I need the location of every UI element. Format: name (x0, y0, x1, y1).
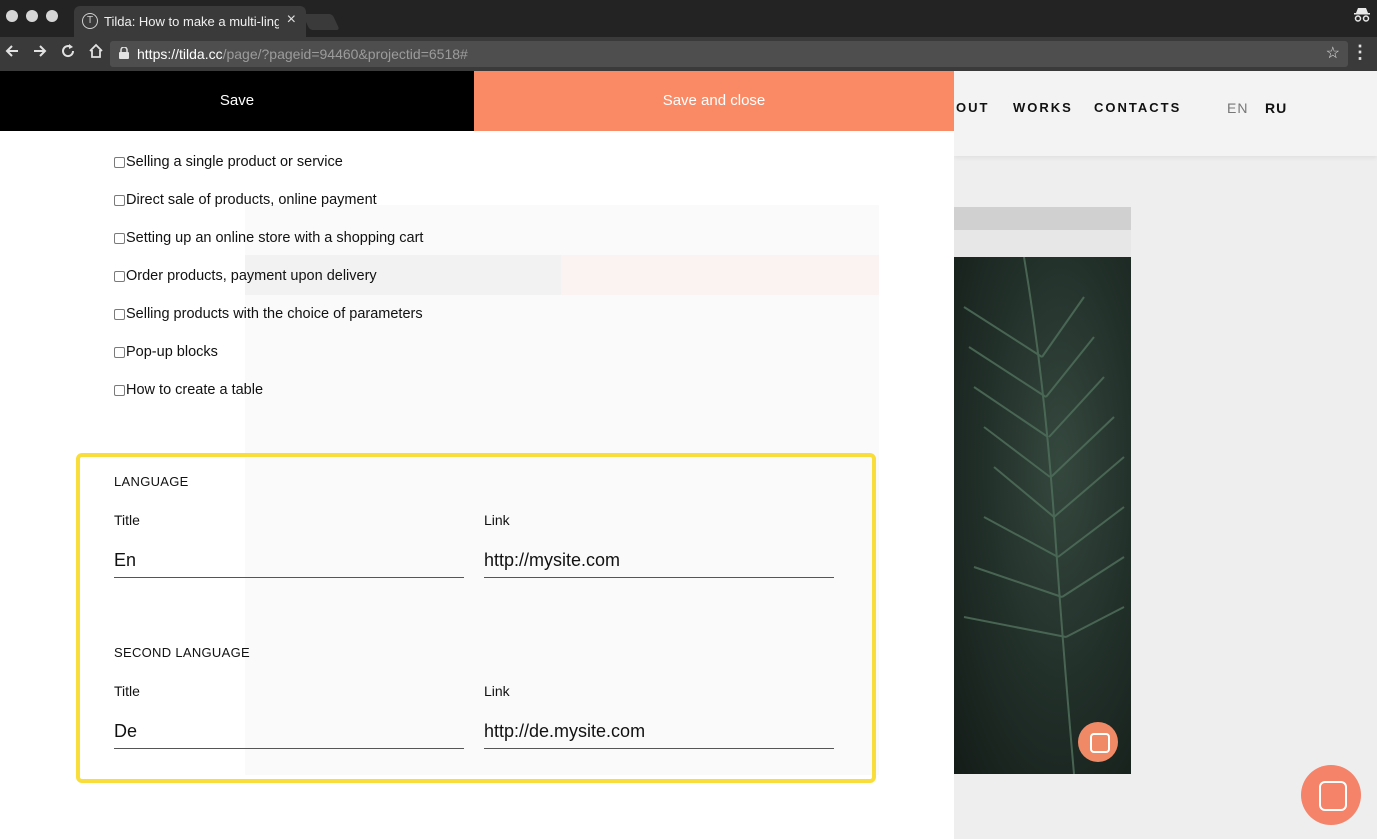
site-header: OUT WORKS CONTACTS EN RU (954, 71, 1377, 156)
checkbox-item[interactable]: Order products, payment upon delivery (114, 267, 423, 305)
menu-icon[interactable]: ⋮ (1351, 42, 1369, 63)
language-link-label: Link (484, 512, 510, 528)
checkbox-item[interactable]: Setting up an online store with a shoppi… (114, 229, 423, 267)
preview-addressbar (954, 230, 1131, 257)
checkbox-list: Selling a single product or service Dire… (114, 153, 423, 419)
language-title-input[interactable] (114, 544, 464, 578)
tilda-favicon-icon: T (82, 13, 98, 29)
checkbox-label: Pop-up blocks (126, 344, 218, 360)
bookmark-star-icon[interactable]: ☆ (1326, 43, 1340, 63)
checkbox[interactable] (114, 271, 125, 282)
lang-switch-ru[interactable]: RU (1265, 100, 1287, 116)
forward-icon[interactable] (29, 42, 51, 64)
second-language-section-title: SECOND LANGUAGE (114, 645, 250, 660)
checkbox-label: Direct sale of products, online payment (126, 192, 377, 208)
save-and-close-button[interactable]: Save and close (474, 71, 954, 131)
new-tab-button[interactable] (302, 14, 340, 30)
website-preview: OUT WORKS CONTACTS EN RU (954, 71, 1377, 839)
second-language-title-input[interactable] (114, 715, 464, 749)
incognito-icon (1353, 7, 1371, 26)
preview-titlebar (954, 207, 1131, 230)
minimize-window-button[interactable] (26, 10, 38, 22)
nav-item-works[interactable]: WORKS (1013, 100, 1073, 115)
checkbox[interactable] (114, 385, 125, 396)
checkbox-label: How to create a table (126, 382, 264, 398)
back-icon[interactable] (1, 42, 23, 64)
checkbox[interactable] (114, 233, 125, 244)
nav-item-about[interactable]: OUT (956, 100, 989, 115)
checkbox-item[interactable]: Selling products with the choice of para… (114, 305, 423, 343)
second-language-link-label: Link (484, 683, 510, 699)
tab-title: Tilda: How to make a multi-lingual websi… (104, 14, 279, 29)
chat-widget-icon[interactable] (1078, 722, 1118, 762)
maximize-window-button[interactable] (46, 10, 58, 22)
home-icon[interactable] (85, 42, 107, 64)
tab-close-icon[interactable]: × (287, 11, 296, 29)
checkbox-item[interactable]: Selling a single product or service (114, 153, 423, 191)
url-field[interactable]: https://tilda.cc/page/?pageid=94460&proj… (110, 41, 1348, 67)
reload-icon[interactable] (57, 42, 79, 64)
language-section-title: LANGUAGE (114, 474, 189, 489)
lang-switch-en[interactable]: EN (1227, 100, 1248, 116)
language-link-input[interactable] (484, 544, 834, 578)
nav-item-contacts[interactable]: CONTACTS (1094, 100, 1181, 115)
checkbox[interactable] (114, 347, 125, 358)
faded-header-right (561, 255, 879, 295)
fern-image (954, 256, 1131, 774)
second-language-link-input[interactable] (484, 715, 834, 749)
checkbox[interactable] (114, 309, 125, 320)
site-preview-frame (954, 207, 1131, 774)
checkbox-item[interactable]: How to create a table (114, 381, 423, 419)
settings-panel: Save Save and close Selling a single pro… (0, 71, 954, 839)
checkbox-label: Selling products with the choice of para… (126, 306, 423, 322)
support-chat-icon[interactable] (1301, 765, 1361, 825)
checkbox-label: Selling a single product or service (126, 154, 343, 170)
url-text: https://tilda.cc/page/?pageid=94460&proj… (137, 46, 468, 62)
checkbox-label: Order products, payment upon delivery (126, 268, 377, 284)
checkbox[interactable] (114, 195, 125, 206)
browser-tab[interactable]: T Tilda: How to make a multi-lingual web… (74, 6, 306, 37)
save-button[interactable]: Save (0, 71, 474, 131)
checkbox[interactable] (114, 157, 125, 168)
second-language-title-label: Title (114, 683, 140, 699)
checkbox-item[interactable]: Pop-up blocks (114, 343, 423, 381)
address-bar: https://tilda.cc/page/?pageid=94460&proj… (0, 37, 1377, 71)
checkbox-item[interactable]: Direct sale of products, online payment (114, 191, 423, 229)
checkbox-label: Setting up an online store with a shoppi… (126, 230, 424, 246)
lock-icon (119, 47, 129, 59)
browser-tab-bar: T Tilda: How to make a multi-lingual web… (0, 0, 1377, 37)
close-window-button[interactable] (6, 10, 18, 22)
language-title-label: Title (114, 512, 140, 528)
